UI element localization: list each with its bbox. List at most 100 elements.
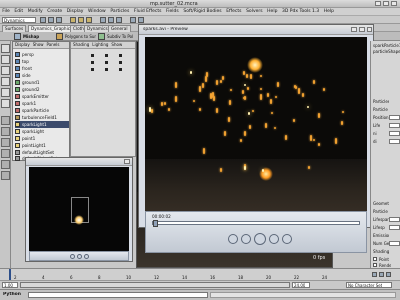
time-slider[interactable]: 2 4 6 8 10 12 14 16 18 20 22 24: [0, 268, 370, 280]
outliner-item[interactable]: turbulenceField1: [15, 114, 57, 121]
attr-field[interactable]: [389, 225, 400, 230]
command-language-label[interactable]: Python: [3, 292, 21, 297]
layout-four-icon[interactable]: [1, 127, 10, 136]
range-start-field[interactable]: 1.00: [2, 282, 18, 288]
render-icon[interactable]: [130, 17, 136, 23]
shelf-tab-general[interactable]: General: [108, 25, 131, 32]
attr-field[interactable]: [389, 217, 400, 222]
grid-dot[interactable]: [91, 61, 94, 64]
menu-modify[interactable]: Modify: [25, 9, 45, 14]
play-forward-icon[interactable]: [386, 272, 391, 277]
menu-edit[interactable]: Edit: [12, 9, 25, 14]
menu-particles[interactable]: Particles: [108, 9, 132, 14]
menu-effects[interactable]: Effects: [224, 9, 244, 14]
outliner-item[interactable]: spark1: [15, 100, 36, 107]
small-preview-video[interactable]: [29, 167, 129, 251]
menu-display[interactable]: Display: [65, 9, 86, 14]
menu-help[interactable]: Help: [265, 9, 280, 14]
minimize-button[interactable]: [375, 1, 381, 6]
manipulator-tool-icon[interactable]: [1, 99, 10, 108]
range-track[interactable]: [20, 282, 290, 288]
grid-dot[interactable]: [119, 54, 122, 57]
seek-bar[interactable]: [152, 220, 360, 227]
stop-icon[interactable]: [379, 272, 384, 277]
outliner-menu-display[interactable]: Display: [15, 42, 30, 48]
player-minimize-button[interactable]: [351, 27, 357, 32]
menu-create[interactable]: Create: [45, 9, 65, 14]
panel-menu-shading[interactable]: Shading: [73, 42, 89, 48]
range-end-field[interactable]: 24.00: [292, 282, 310, 288]
outliner-item[interactable]: ground2: [15, 86, 39, 93]
menu-file[interactable]: File: [0, 9, 12, 14]
outliner-item[interactable]: ground1: [15, 79, 39, 86]
outliner-item[interactable]: point1: [15, 135, 35, 142]
step-forward-icon[interactable]: [269, 234, 279, 244]
play-icon[interactable]: [254, 233, 266, 245]
shelf-tab-dynamics-graphics[interactable]: Dynamics_Graphics: [28, 25, 76, 32]
grid-dot[interactable]: [119, 68, 122, 71]
character-set-dropdown[interactable]: No Character Set: [346, 282, 392, 288]
close-button[interactable]: [391, 1, 397, 6]
render-checkbox[interactable]: [373, 263, 377, 267]
outliner-item-selected[interactable]: sparkLight1: [15, 121, 69, 128]
select-object-icon[interactable]: [78, 17, 84, 23]
shelf-tab-surfaces[interactable]: Surfaces: [2, 25, 27, 32]
grid-dot[interactable]: [119, 61, 122, 64]
outliner-item[interactable]: side: [15, 72, 31, 79]
new-scene-icon[interactable]: [40, 17, 46, 23]
shelf-tab-dynamics[interactable]: Dynamics: [84, 25, 111, 32]
scale-tool-icon[interactable]: [1, 88, 10, 97]
outliner-menu-panels[interactable]: Panels: [47, 42, 60, 48]
select-component-icon[interactable]: [86, 17, 92, 23]
menu-fields[interactable]: Fields: [164, 9, 181, 14]
layout-outliner-icon[interactable]: [1, 149, 10, 158]
save-scene-icon[interactable]: [56, 17, 62, 23]
outliner-menu-show[interactable]: Show: [33, 42, 44, 48]
shelf-subdiv-icon[interactable]: [98, 33, 105, 40]
outliner-item[interactable]: pointLight1: [15, 142, 46, 149]
outliner-item[interactable]: sparkEmitter: [15, 93, 49, 100]
outliner-item[interactable]: front: [15, 65, 32, 72]
maximize-button[interactable]: [383, 1, 389, 6]
select-tool-icon[interactable]: [1, 44, 10, 53]
play-back-icon[interactable]: [372, 272, 377, 277]
snap-grid-icon[interactable]: [100, 17, 106, 23]
player-maximize-button[interactable]: [359, 27, 365, 32]
small-rewind-icon[interactable]: [70, 254, 75, 259]
attr-field[interactable]: [389, 139, 400, 144]
layout-side-icon[interactable]: [1, 138, 10, 147]
open-scene-icon[interactable]: [48, 17, 54, 23]
menu-fluid-effects[interactable]: Fluid Effects: [132, 9, 164, 14]
snap-point-icon[interactable]: [116, 17, 122, 23]
layout-hypershade-icon[interactable]: [1, 171, 10, 180]
attr-field[interactable]: [389, 241, 400, 246]
outliner-item[interactable]: sparkParticle: [15, 107, 49, 114]
rotate-tool-icon[interactable]: [1, 77, 10, 86]
shelf-polygons-to-surface-icon[interactable]: [56, 33, 63, 40]
outliner-item[interactable]: defaultLightSet: [15, 149, 54, 156]
grid-dot[interactable]: [105, 68, 108, 71]
current-frame-marker[interactable]: [9, 269, 11, 280]
panel-menu-show[interactable]: Show: [111, 42, 122, 48]
attr-field[interactable]: [389, 131, 400, 136]
range-handle[interactable]: [21, 283, 289, 287]
menu-set-dropdown[interactable]: Dynamics: [2, 17, 36, 23]
shelf-mishap-icon[interactable]: [14, 33, 21, 40]
player-close-button[interactable]: [367, 27, 372, 32]
player-video[interactable]: [145, 37, 367, 223]
menu-window[interactable]: Window: [86, 9, 108, 14]
menu-help-2[interactable]: Help: [321, 9, 336, 14]
command-input[interactable]: [28, 292, 208, 298]
fast-forward-icon[interactable]: [282, 234, 292, 244]
menu-pdx-tools[interactable]: 3D Pdx Tools 1.3: [280, 9, 322, 14]
attr-field[interactable]: [389, 123, 400, 128]
seek-handle[interactable]: [153, 220, 158, 227]
grid-dot[interactable]: [91, 54, 94, 57]
small-play-icon[interactable]: [77, 254, 82, 259]
panel-menu-lighting[interactable]: Lighting: [92, 42, 108, 48]
rewind-icon[interactable]: [228, 234, 238, 244]
grid-dot[interactable]: [91, 68, 94, 71]
point-checkbox[interactable]: [373, 257, 377, 261]
snap-curve-icon[interactable]: [108, 17, 114, 23]
select-hierarchy-icon[interactable]: [70, 17, 76, 23]
